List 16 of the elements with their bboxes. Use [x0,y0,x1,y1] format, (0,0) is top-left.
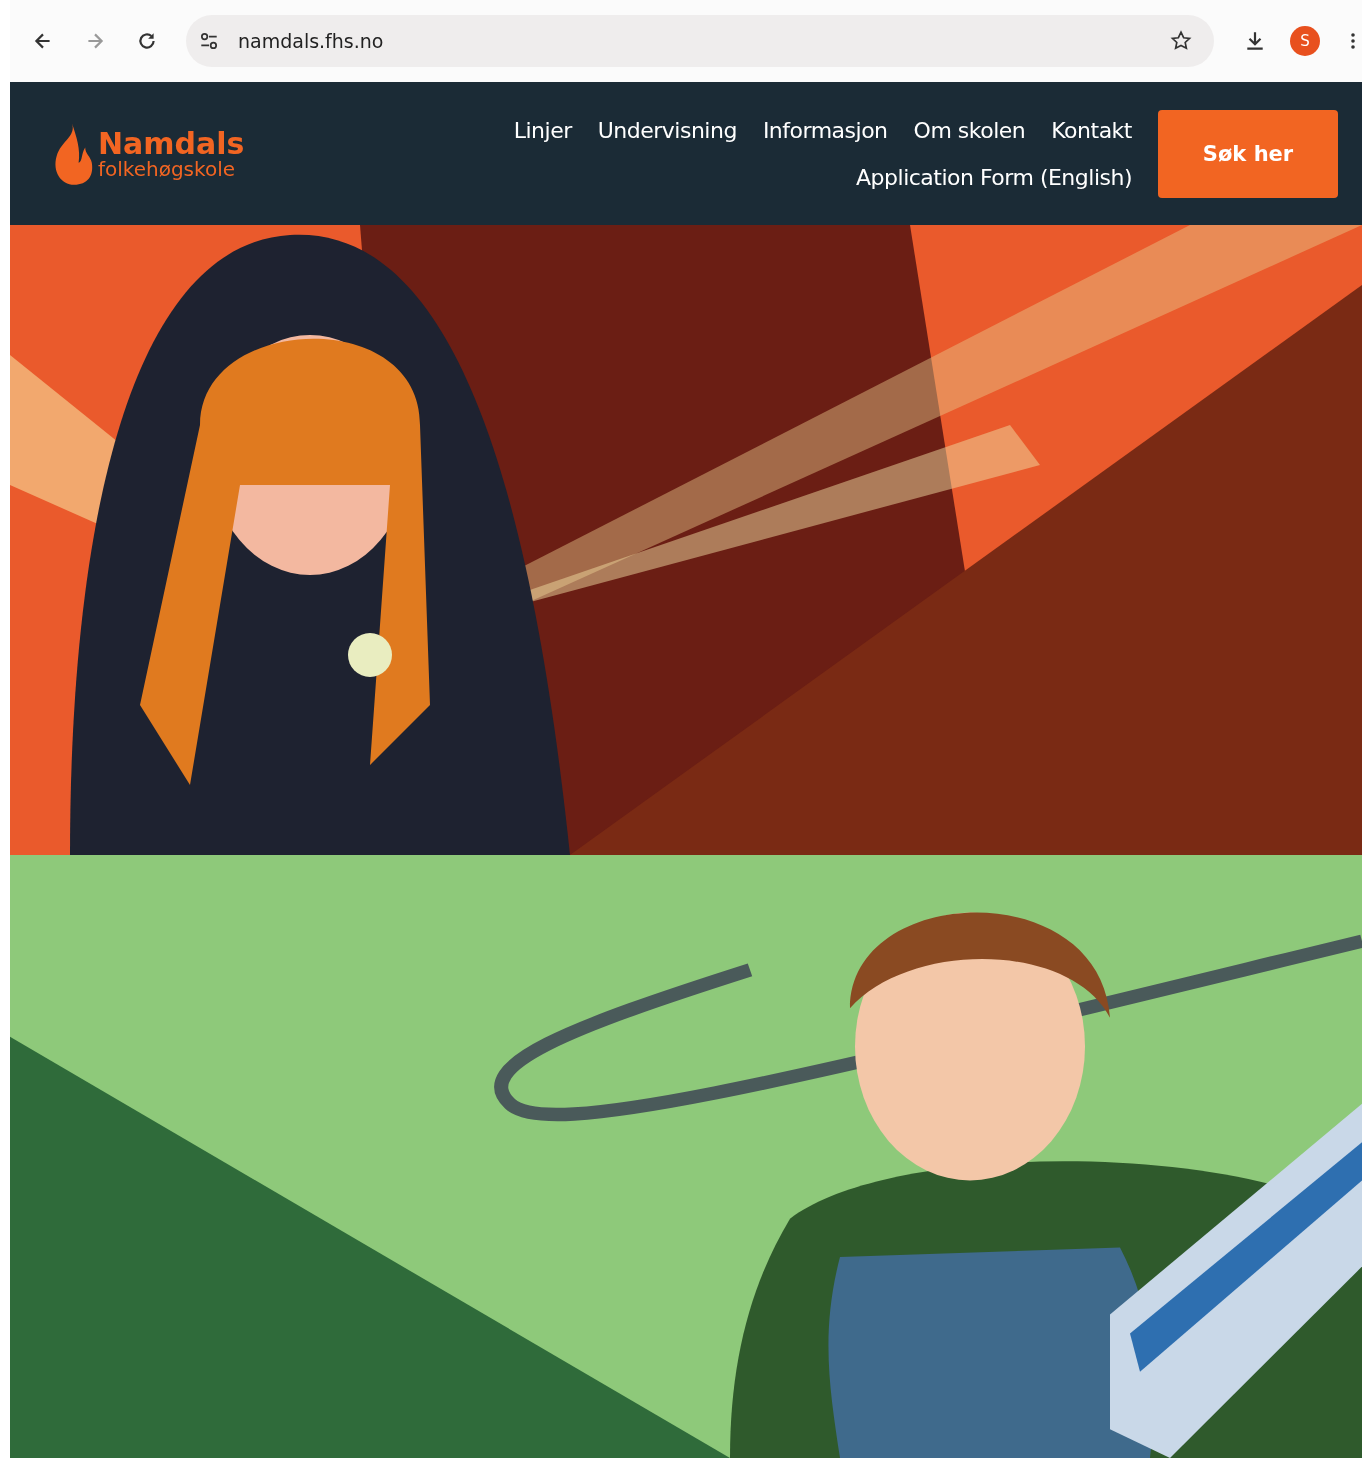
address-bar[interactable]: namdals.fhs.no [186,15,1214,67]
nav-link[interactable]: Kontakt [1051,117,1132,143]
logo-name: Namdals [98,128,245,159]
download-icon[interactable] [1244,30,1266,52]
nav-link[interactable]: Om skolen [913,117,1026,143]
url-text: namdals.fhs.no [238,30,385,52]
menu-icon[interactable] [1350,31,1356,51]
logo-tagline: folkehøgskole [98,158,236,179]
nav-link[interactable]: Informasjon [762,117,888,143]
bookmark-star-icon[interactable] [1170,30,1192,52]
site-settings-icon[interactable] [198,30,220,52]
profile-avatar[interactable]: S [1290,26,1320,56]
reload-icon[interactable] [136,30,158,52]
nav-link[interactable]: Application Form (English) [856,164,1132,190]
nav-link[interactable]: Linjer [513,117,572,143]
nav-link[interactable]: Undervisning [597,117,737,143]
